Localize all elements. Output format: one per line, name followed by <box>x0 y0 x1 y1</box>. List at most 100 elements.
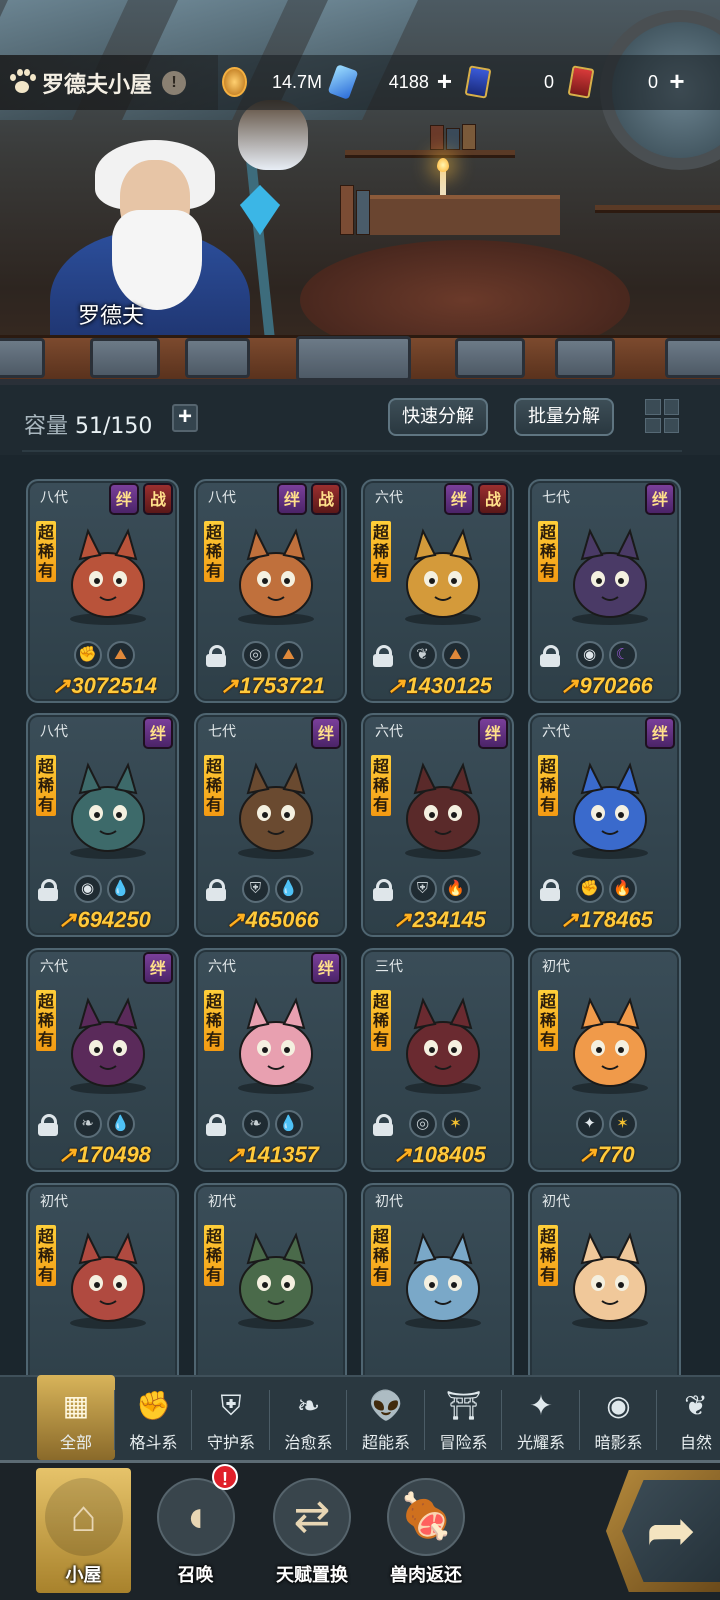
badge-group: 绊战 <box>109 483 173 515</box>
capacity-label: 容量 <box>24 414 69 439</box>
mountain-icon: ⛰ <box>274 641 303 669</box>
category-tab[interactable]: ❦ 自然 <box>657 1375 720 1460</box>
pet-card[interactable]: 初代 超稀有 <box>194 1183 347 1375</box>
element-icons: ◎ ✶ <box>369 1110 509 1140</box>
battle-badge: 战 <box>143 483 173 515</box>
batch-decompose-button[interactable]: 批量分解 <box>514 398 614 436</box>
bond-badge: 绊 <box>478 717 508 749</box>
blue-ticket-value: 0 <box>543 71 554 92</box>
creature-figure <box>572 762 648 859</box>
power-value: 465066 <box>245 907 319 932</box>
expand-capacity-button[interactable]: + <box>172 404 198 432</box>
rarity-tag: 超稀有 <box>371 990 391 1051</box>
badge-group: 绊战 <box>444 483 508 515</box>
quick-decompose-button[interactable]: 快速分解 <box>388 398 488 436</box>
bond-badge: 绊 <box>311 952 341 984</box>
fist-icon: ✊ <box>73 641 102 669</box>
category-label: 光耀系 <box>516 1433 565 1452</box>
pet-card[interactable]: 六代 超稀有绊战 ❦ ⛰ ↗1430125 <box>361 479 514 703</box>
pet-card[interactable]: 七代 超稀有绊 ◉ ☾ ↗970266 <box>528 479 681 703</box>
rarity-tag: 超稀有 <box>36 521 56 582</box>
badge-group: 绊 <box>311 952 341 984</box>
grid-view-toggle[interactable] <box>642 396 682 436</box>
book <box>430 125 444 150</box>
category-label: 冒险系 <box>439 1433 488 1452</box>
book-stack <box>340 185 354 235</box>
red-ticket-resource: 0 + <box>567 65 692 99</box>
category-tab[interactable]: ▦ 全部 <box>37 1375 115 1460</box>
slate-tile <box>665 338 720 378</box>
pet-creature-art <box>393 988 493 1096</box>
candle <box>440 170 446 195</box>
power-value: 234145 <box>412 907 486 932</box>
rarity-tag: 超稀有 <box>538 1225 558 1286</box>
rarity-tag: 超稀有 <box>371 755 391 816</box>
category-tab[interactable]: ⛨ 守护系 <box>192 1375 270 1460</box>
pet-card[interactable]: 八代 超稀有绊 ◉ 💧 ↗694250 <box>26 713 179 937</box>
pet-card[interactable]: 初代 超稀有 ✦ ✶ ↗770 <box>528 948 681 1172</box>
pet-card[interactable]: 八代 超稀有绊战 ◎ ⛰ ↗1753721 <box>194 479 347 703</box>
creature-figure <box>405 762 481 859</box>
gold-coin-icon <box>222 67 247 97</box>
rarity-tag: 超稀有 <box>538 990 558 1051</box>
pet-generation: 七代 <box>542 490 570 506</box>
red-ticket-value: 0 <box>647 71 658 92</box>
eye-icon: ◉ <box>575 641 604 669</box>
category-tab[interactable]: ❧ 治愈系 <box>270 1375 348 1460</box>
rarity-tag: 超稀有 <box>538 755 558 816</box>
pet-generation: 六代 <box>208 959 236 975</box>
add-red-ticket-button[interactable]: + <box>664 68 690 95</box>
category-tab[interactable]: ✦ 光耀系 <box>502 1375 580 1460</box>
location-title-bar: 罗德夫小屋 ! <box>0 55 218 110</box>
npc-name: 罗德夫 <box>78 304 145 329</box>
creature-figure <box>238 528 314 625</box>
pet-generation: 初代 <box>208 1194 236 1210</box>
category-label: 治愈系 <box>284 1433 333 1452</box>
pet-card[interactable]: 六代 超稀有绊 ❧ 💧 ↗141357 <box>194 948 347 1172</box>
add-crystal-button[interactable]: + <box>435 68 454 95</box>
power-arrow-icon: ↗ <box>226 1142 245 1167</box>
category-tab[interactable]: ✊ 格斗系 <box>115 1375 193 1460</box>
category-tab[interactable]: 👽 超能系 <box>347 1375 425 1460</box>
pet-generation: 六代 <box>40 959 68 975</box>
pet-card[interactable]: 八代 超稀有绊战 ✊ ⛰ ↗3072514 <box>26 479 179 703</box>
bond-badge: 绊 <box>143 717 173 749</box>
category-tab[interactable]: ⛩ 冒险系 <box>425 1375 503 1460</box>
slate-tile <box>555 338 615 378</box>
nav-item[interactable]: ⌂ 小屋 <box>36 1468 131 1593</box>
pet-card[interactable]: 初代 超稀有 <box>26 1183 179 1375</box>
pet-card[interactable]: 六代 超稀有绊 ❧ 💧 ↗170498 <box>26 948 179 1172</box>
creature-figure <box>572 1232 648 1329</box>
power-arrow-icon: ↗ <box>58 907 77 932</box>
pet-card[interactable]: 六代 超稀有绊 ✊ 🔥 ↗178465 <box>528 713 681 937</box>
power-arrow-icon: ↗ <box>560 907 579 932</box>
rarity-tag: 超稀有 <box>538 521 558 582</box>
pet-card[interactable]: 六代 超稀有绊 ⛨ 🔥 ↗234145 <box>361 713 514 937</box>
category-tab[interactable]: ◉ 暗影系 <box>580 1375 658 1460</box>
battle-badge: 战 <box>311 483 341 515</box>
rarity-tag: 超稀有 <box>36 990 56 1051</box>
pet-card[interactable]: 三代 超稀有 ◎ ✶ ↗108405 <box>361 948 514 1172</box>
capacity-value: 51/150 <box>75 414 153 439</box>
pet-card[interactable]: 初代 超稀有 <box>528 1183 681 1375</box>
power-arrow-icon: ↗ <box>560 673 579 698</box>
element-icons: ⛨ 💧 <box>202 875 342 905</box>
creature-figure <box>238 1232 314 1329</box>
pet-generation: 初代 <box>542 959 570 975</box>
pet-card[interactable]: 初代 超稀有 <box>361 1183 514 1375</box>
pet-creature-art <box>58 753 158 861</box>
rarity-tag: 超稀有 <box>36 755 56 816</box>
grid-cell <box>645 417 661 433</box>
blue-ticket-resource: 0 <box>464 65 557 99</box>
info-icon[interactable]: ! <box>162 70 187 95</box>
rarity-tag: 超稀有 <box>371 521 391 582</box>
nav-item[interactable]: ⇄ 天赋置换 <box>262 1468 362 1593</box>
pet-generation: 三代 <box>375 959 403 975</box>
slate-tile <box>296 336 411 381</box>
nav-item[interactable]: 🍖 兽肉返还 <box>376 1468 476 1593</box>
pet-card[interactable]: 七代 超稀有绊 ⛨ 💧 ↗465066 <box>194 713 347 937</box>
power-value-display: ↗178465 <box>530 907 679 933</box>
tab-separator <box>346 1390 347 1450</box>
gold-coin-resource: 14.7M <box>222 66 322 98</box>
tab-separator <box>113 1390 115 1450</box>
